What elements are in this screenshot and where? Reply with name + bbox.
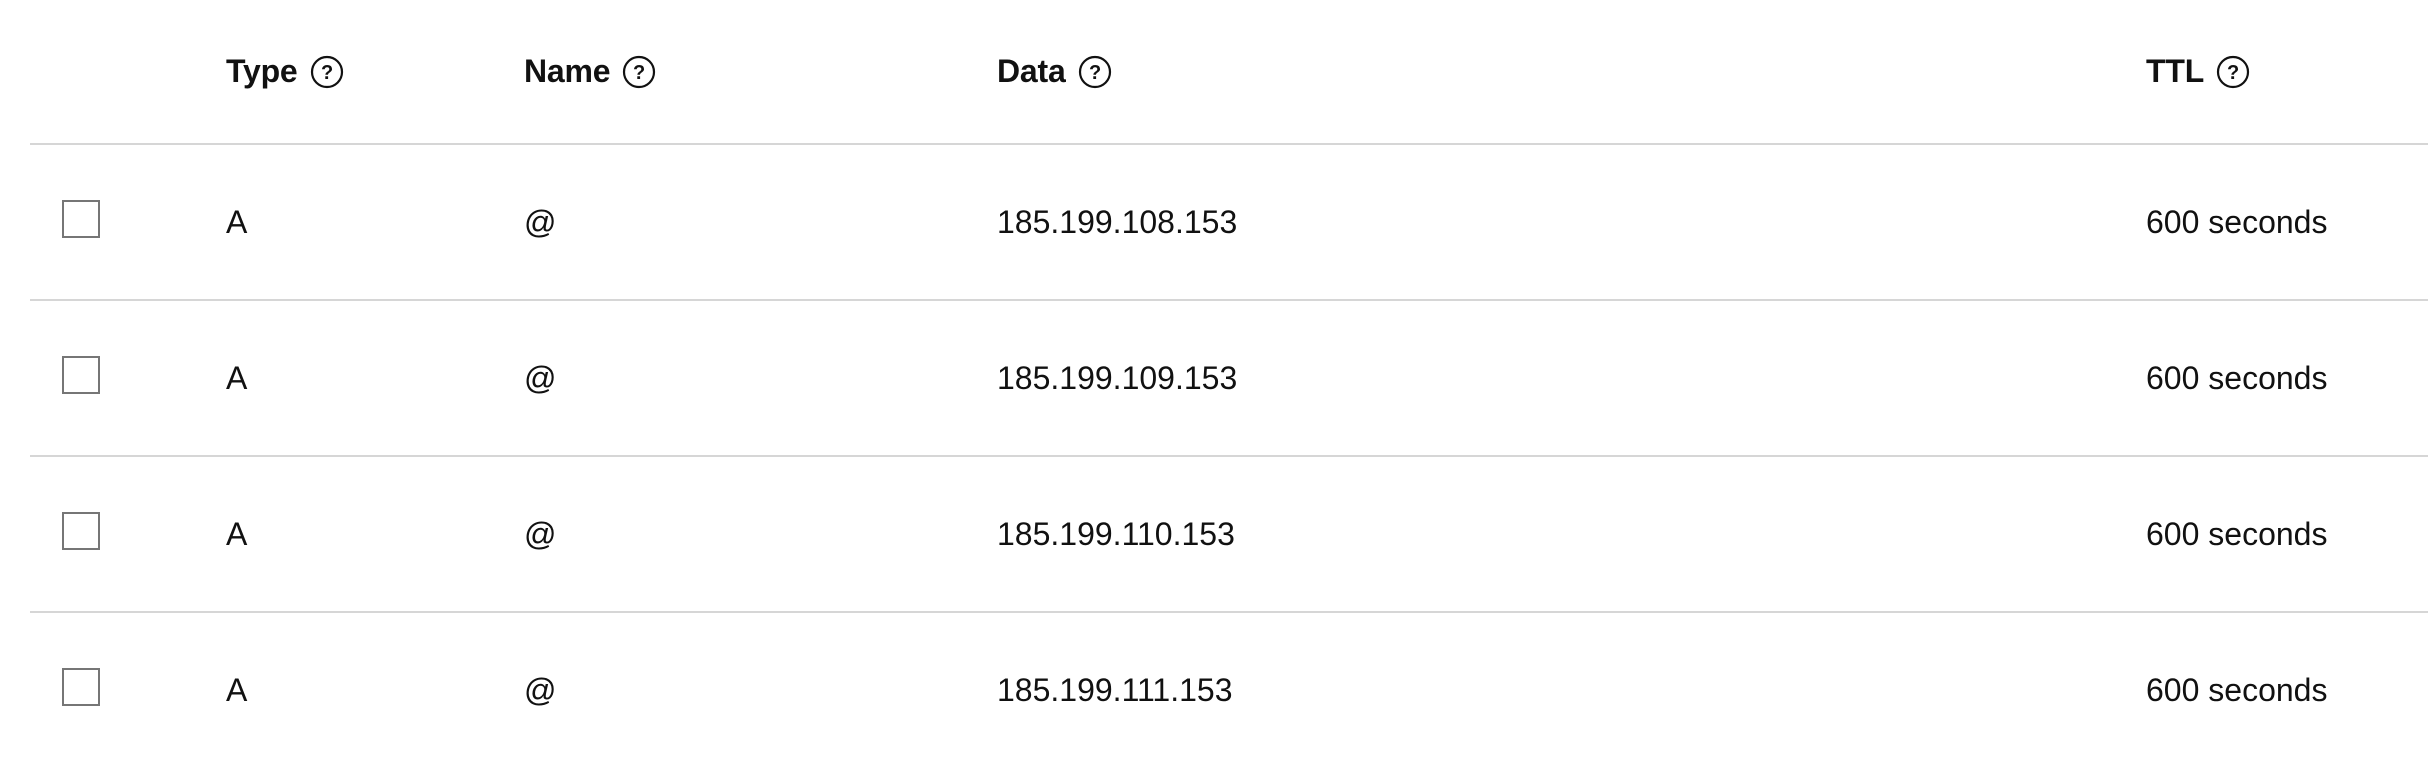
- column-header-type: Type ?: [226, 0, 344, 143]
- table-row: A @ 185.199.109.153 600 seconds: [30, 301, 2428, 457]
- help-icon-glyph: ?: [633, 62, 645, 84]
- table-header: Type ? Name ? Data ? TTL ?: [30, 0, 2428, 145]
- data-cell: 185.199.109.153: [997, 301, 1237, 455]
- ttl-cell: 600 seconds: [2146, 301, 2327, 455]
- row-select-cell: [62, 457, 100, 611]
- row-select-cell: [62, 145, 100, 299]
- record-name: @: [524, 203, 557, 240]
- table-row: A @ 185.199.111.153 600 seconds: [30, 613, 2428, 767]
- ttl-cell: 600 seconds: [2146, 457, 2327, 611]
- record-type: A: [226, 359, 248, 396]
- record-ttl: 600 seconds: [2146, 203, 2328, 240]
- record-name: @: [524, 515, 557, 552]
- table-row: A @ 185.199.108.153 600 seconds: [30, 145, 2428, 301]
- record-ttl: 600 seconds: [2146, 671, 2328, 708]
- record-data: 185.199.109.153: [997, 359, 1238, 396]
- name-cell: @: [524, 145, 556, 299]
- ttl-cell: 600 seconds: [2146, 145, 2327, 299]
- record-data: 185.199.110.153: [997, 515, 1235, 552]
- help-icon[interactable]: ?: [1078, 55, 1112, 89]
- row-select-cell: [62, 301, 100, 455]
- type-cell: A: [226, 145, 247, 299]
- column-header-data-label: Data: [997, 53, 1066, 89]
- data-cell: 185.199.110.153: [997, 457, 1235, 611]
- row-select-cell: [62, 613, 100, 767]
- data-cell: 185.199.108.153: [997, 145, 1237, 299]
- help-icon[interactable]: ?: [310, 55, 344, 89]
- row-select-checkbox[interactable]: [62, 200, 100, 238]
- dns-records-table: Type ? Name ? Data ? TTL ? A @ 185.199.1…: [30, 0, 2428, 767]
- column-header-ttl: TTL ?: [2146, 0, 2250, 143]
- column-header-name-label: Name: [524, 53, 611, 89]
- table-row: A @ 185.199.110.153 600 seconds: [30, 457, 2428, 613]
- name-cell: @: [524, 457, 556, 611]
- record-name: @: [524, 671, 557, 708]
- column-header-name: Name ?: [524, 0, 656, 143]
- record-ttl: 600 seconds: [2146, 515, 2328, 552]
- help-icon[interactable]: ?: [2216, 55, 2250, 89]
- type-cell: A: [226, 613, 247, 767]
- column-header-data: Data ?: [997, 0, 1112, 143]
- ttl-cell: 600 seconds: [2146, 613, 2327, 767]
- column-header-ttl-label: TTL: [2146, 53, 2205, 89]
- help-icon-glyph: ?: [321, 62, 333, 84]
- type-cell: A: [226, 457, 247, 611]
- help-icon-glyph: ?: [1089, 62, 1101, 84]
- record-data: 185.199.111.153: [997, 671, 1233, 708]
- record-name: @: [524, 359, 557, 396]
- help-icon-glyph: ?: [2227, 62, 2239, 84]
- row-select-checkbox[interactable]: [62, 668, 100, 706]
- name-cell: @: [524, 301, 556, 455]
- column-header-type-label: Type: [226, 53, 298, 89]
- help-icon[interactable]: ?: [622, 55, 656, 89]
- record-type: A: [226, 203, 248, 240]
- record-type: A: [226, 671, 248, 708]
- row-select-checkbox[interactable]: [62, 356, 100, 394]
- data-cell: 185.199.111.153: [997, 613, 1232, 767]
- record-type: A: [226, 515, 248, 552]
- name-cell: @: [524, 613, 556, 767]
- record-ttl: 600 seconds: [2146, 359, 2328, 396]
- record-data: 185.199.108.153: [997, 203, 1238, 240]
- type-cell: A: [226, 301, 247, 455]
- row-select-checkbox[interactable]: [62, 512, 100, 550]
